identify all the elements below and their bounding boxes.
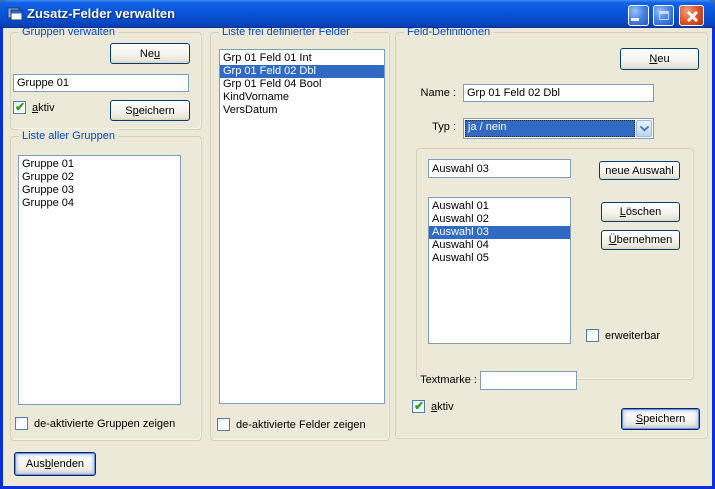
textmarke-label: Textmarke : xyxy=(411,374,477,386)
checkbox-box[interactable] xyxy=(217,418,230,431)
maximize-button[interactable] xyxy=(653,5,674,26)
list-item[interactable]: Gruppe 01 xyxy=(19,158,180,171)
loeschen-button[interactable]: Löschen xyxy=(601,202,680,222)
checkbox-label: de-aktivierte Gruppen zeigen xyxy=(34,418,175,430)
typ-label: Typ : xyxy=(408,121,456,133)
uebernehmen-button[interactable]: Übernehmen xyxy=(601,230,680,250)
close-icon xyxy=(686,10,698,22)
show-deactivated-fields-checkbox[interactable]: de-aktivierte Felder zeigen xyxy=(217,418,366,431)
button-label: Ne xyxy=(140,48,154,60)
list-item[interactable]: Grp 01 Feld 04 Bool xyxy=(220,78,384,91)
fields-listbox[interactable]: Grp 01 Feld 01 Int Grp 01 Feld 02 Dbl Gr… xyxy=(219,49,385,404)
minimize-button[interactable] xyxy=(628,5,649,26)
dialog-window: Zusatz-Felder verwalten Gruppen verwalte… xyxy=(0,0,715,489)
field-name-input[interactable] xyxy=(463,84,654,102)
checkbox-box[interactable] xyxy=(13,101,26,114)
list-item[interactable]: Auswahl 02 xyxy=(429,213,570,226)
auswahl-listbox[interactable]: Auswahl 01 Auswahl 02 Auswahl 03 Auswahl… xyxy=(428,197,571,344)
show-deactivated-groups-checkbox[interactable]: de-aktivierte Gruppen zeigen xyxy=(15,417,175,430)
aktiv-checkbox-field[interactable]: aktiv xyxy=(412,400,454,413)
list-item[interactable]: Gruppe 03 xyxy=(19,184,180,197)
list-item-selected[interactable]: Auswahl 03 xyxy=(429,226,570,239)
list-item[interactable]: KindVorname xyxy=(220,91,384,104)
groupbox-title: Liste aller Gruppen xyxy=(19,129,118,143)
groups-listbox[interactable]: Gruppe 01 Gruppe 02 Gruppe 03 Gruppe 04 xyxy=(18,155,181,405)
neu-button-groups[interactable]: Neu xyxy=(110,43,190,64)
checkbox-box[interactable] xyxy=(586,329,599,342)
chevron-down-icon[interactable] xyxy=(636,120,652,137)
neu-button-field[interactable]: Neu xyxy=(620,48,699,70)
checkbox-label: aktiv xyxy=(32,102,55,114)
list-item[interactable]: Auswahl 01 xyxy=(429,200,570,213)
list-item[interactable]: Gruppe 02 xyxy=(19,171,180,184)
auswahl-input[interactable] xyxy=(428,159,571,178)
list-item[interactable]: Gruppe 04 xyxy=(19,197,180,210)
groupbox-title: Feld-Definitionen xyxy=(404,28,493,39)
checkbox-label: erweiterbar xyxy=(605,330,660,342)
speichern-button-field[interactable]: Speichern xyxy=(621,408,700,430)
group-name-input[interactable] xyxy=(13,74,189,92)
groupbox-title: Liste frei definierter Felder xyxy=(219,28,353,39)
list-item[interactable]: VersDatum xyxy=(220,104,384,117)
minimize-icon xyxy=(631,18,639,21)
checkbox-label: aktiv xyxy=(431,401,454,413)
neue-auswahl-button[interactable]: neue Auswahl xyxy=(599,161,680,180)
ausblenden-button[interactable]: Ausblenden xyxy=(14,452,96,476)
speichern-button-groups[interactable]: Speichern xyxy=(110,100,190,121)
textmarke-input[interactable] xyxy=(480,371,577,390)
list-item[interactable]: Grp 01 Feld 01 Int xyxy=(220,52,384,65)
titlebar[interactable]: Zusatz-Felder verwalten xyxy=(0,0,715,28)
name-label: Name : xyxy=(408,87,456,99)
close-button[interactable] xyxy=(679,5,704,26)
list-item-selected[interactable]: Grp 01 Feld 02 Dbl xyxy=(220,65,384,78)
checkbox-box[interactable] xyxy=(15,417,28,430)
checkbox-label: de-aktivierte Felder zeigen xyxy=(236,419,366,431)
typ-selected-value: ja / nein xyxy=(465,120,635,137)
checkbox-box[interactable] xyxy=(412,400,425,413)
list-item[interactable]: Auswahl 04 xyxy=(429,239,570,252)
maximize-icon xyxy=(659,11,669,20)
list-item[interactable]: Auswahl 05 xyxy=(429,252,570,265)
form-window-icon xyxy=(7,6,23,22)
dialog-client-area: Gruppen verwalten Neu aktiv Speichern Li… xyxy=(3,28,712,486)
aktiv-checkbox-groups[interactable]: aktiv xyxy=(13,101,55,114)
window-title: Zusatz-Felder verwalten xyxy=(27,0,175,28)
typ-dropdown[interactable]: ja / nein xyxy=(463,118,654,139)
erweiterbar-checkbox[interactable]: erweiterbar xyxy=(586,329,660,342)
groupbox-title: Gruppen verwalten xyxy=(19,28,118,39)
